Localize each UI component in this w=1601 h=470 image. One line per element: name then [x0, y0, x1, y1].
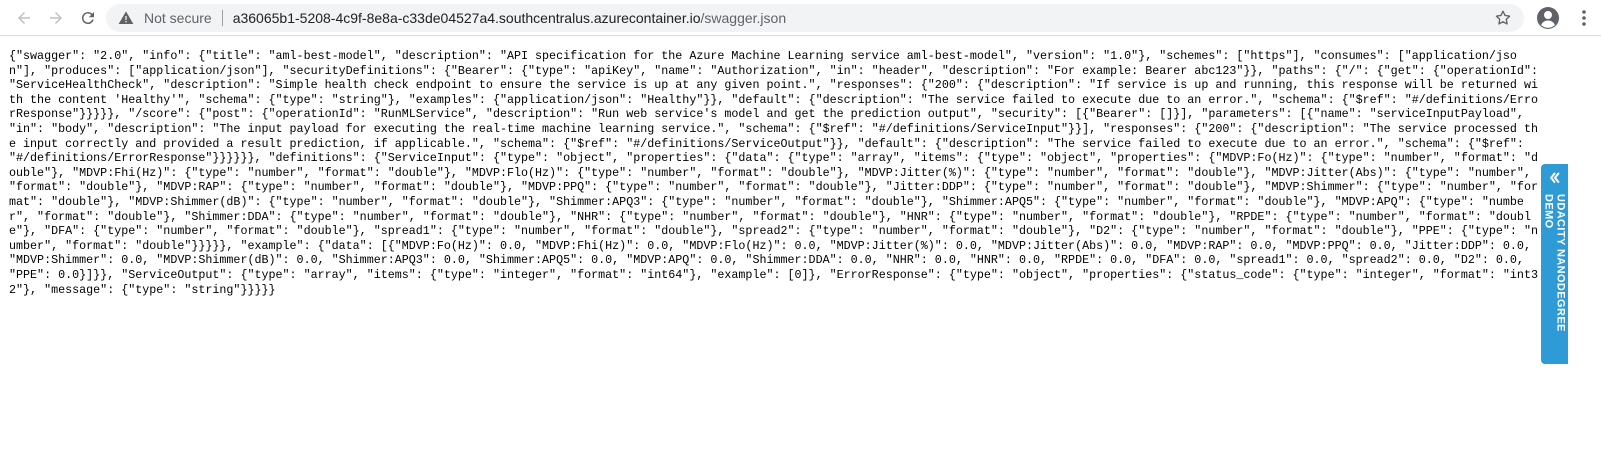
address-bar[interactable]: Not secure a36065b1-5208-4c9f-8e8a-c33de…	[106, 4, 1524, 32]
back-arrow-icon	[18, 11, 30, 24]
star-icon[interactable]	[1494, 9, 1512, 27]
json-document: {"swagger": "2.0", "info": {"title": "am…	[9, 49, 1545, 297]
url-host[interactable]: a36065b1-5208-4c9f-8e8a-c33de04527a4.sou…	[233, 10, 701, 26]
omnibox-divider	[221, 10, 223, 26]
warning-icon[interactable]	[118, 9, 136, 27]
menu-icon[interactable]	[1574, 8, 1594, 28]
security-status[interactable]: Not secure	[144, 10, 212, 26]
browser-toolbar: Not secure a36065b1-5208-4c9f-8e8a-c33de…	[0, 0, 1601, 36]
back-button[interactable]	[10, 4, 38, 32]
reload-icon	[81, 11, 94, 24]
forward-button[interactable]	[42, 4, 70, 32]
chevron-left-icon	[1549, 172, 1560, 184]
forward-arrow-icon	[50, 11, 62, 24]
udacity-side-tab[interactable]: UDACITY NANODEGREE DEMO	[1541, 164, 1568, 364]
reload-button[interactable]	[74, 4, 102, 32]
url-path[interactable]: /swagger.json	[701, 10, 787, 26]
profile-icon[interactable]	[1536, 6, 1560, 30]
side-tab-label: UDACITY NANODEGREE DEMO	[1542, 193, 1567, 332]
